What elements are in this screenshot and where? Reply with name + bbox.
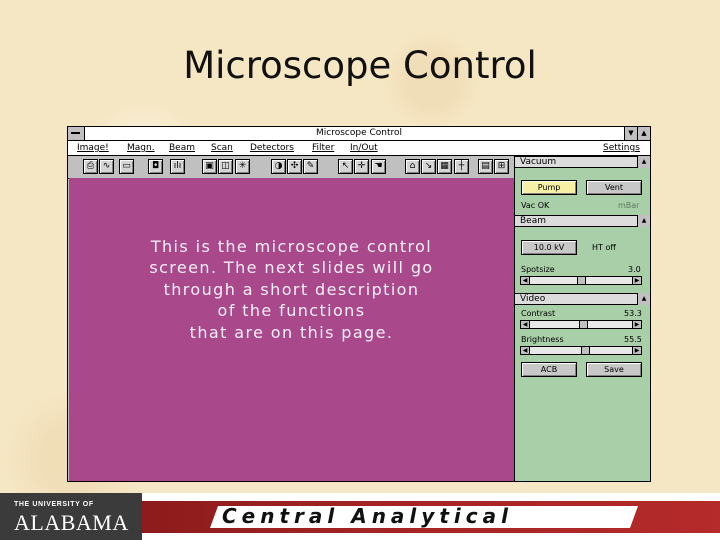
pump-button[interactable]: Pump (521, 180, 577, 195)
toolbar: ⎙ ∿ ▭ ◘ ılı ▣ ◫ ✳ ◑ ✣ ✎ ↖ ✛ ☚ ⌂ ↘ ▦ ┼ ▤ … (68, 156, 514, 179)
monitor-icon[interactable]: ▣ (202, 159, 217, 174)
message-line: This is the microscope control (150, 237, 433, 256)
waveform-icon[interactable]: ∿ (99, 159, 114, 174)
slider-thumb[interactable] (576, 277, 586, 284)
menu-bar: Image! Magn. Beam Scan Detectors Filter … (68, 141, 650, 156)
vent-button[interactable]: Vent (586, 180, 642, 195)
split-view-icon[interactable]: ◫ (218, 159, 233, 174)
menu-detectors[interactable]: Detectors (250, 143, 294, 153)
right-arrow-icon[interactable]: ▶ (632, 321, 641, 328)
menu-magn[interactable]: Magn. (127, 143, 155, 153)
spotsize-value: 3.0 (628, 265, 641, 274)
camera-icon[interactable]: ◘ (148, 159, 163, 174)
vacuum-status: Vac OK (521, 201, 550, 210)
vacuum-unit: mBar (618, 201, 640, 210)
message-line: through a short description (163, 279, 420, 299)
measure-icon[interactable]: ↘ (421, 159, 436, 174)
left-arrow-icon[interactable]: ◀ (521, 347, 530, 354)
microscope-control-window: Microscope Control ▼ ▲ Image! Magn. Beam… (67, 126, 651, 482)
left-arrow-icon[interactable]: ◀ (521, 277, 530, 284)
slider-thumb[interactable] (581, 347, 591, 354)
collapse-icon[interactable]: ▲ (637, 215, 650, 227)
left-arrow-icon[interactable]: ◀ (521, 321, 530, 328)
video-header-label: Video (520, 294, 546, 304)
university-name-big: ALABAMA (14, 510, 129, 535)
menu-in-out[interactable]: In/Out (350, 143, 378, 153)
crosshair-icon[interactable]: ✣ (287, 159, 302, 174)
save-button[interactable]: Save (586, 362, 642, 377)
right-arrow-icon[interactable]: ▶ (632, 277, 641, 284)
minimize-button[interactable]: ▼ (624, 127, 637, 140)
grid-icon[interactable]: ▦ (437, 159, 452, 174)
hand-icon[interactable]: ☚ (371, 159, 386, 174)
menu-settings[interactable]: Settings (603, 143, 640, 153)
contrast-value: 53.3 (624, 309, 642, 318)
pencil-icon[interactable]: ✎ (303, 159, 318, 174)
video-header[interactable]: Video ▲ (515, 293, 650, 305)
pointer-icon[interactable]: ↖ (338, 159, 353, 174)
menu-image[interactable]: Image! (77, 143, 109, 153)
ruler-icon[interactable]: ┼ (454, 159, 469, 174)
histogram-icon[interactable]: ılı (170, 159, 185, 174)
spotsize-slider[interactable]: ◀ ▶ (520, 276, 642, 285)
move-icon[interactable]: ✛ (354, 159, 369, 174)
maximize-icon: ▲ (641, 129, 647, 137)
menu-scan[interactable]: Scan (211, 143, 233, 153)
asterisk-icon[interactable]: ✳ (235, 159, 250, 174)
image-area-message: This is the microscope control screen. T… (69, 236, 514, 343)
brightness-value: 55.5 (624, 335, 642, 344)
maximize-button[interactable]: ▲ (637, 127, 650, 140)
image-display-area[interactable]: This is the microscope control screen. T… (69, 178, 514, 481)
department-name: Central Analytical (222, 504, 513, 528)
printer-icon[interactable]: ⎙ (83, 159, 98, 174)
contrast-slider[interactable]: ◀ ▶ (520, 320, 642, 329)
vacuum-header-label: Vacuum (520, 157, 557, 167)
spotsize-label: Spotsize (521, 265, 555, 274)
title-bar[interactable]: Microscope Control ▼ ▲ (68, 127, 650, 141)
university-logo: THE UNIVERSITY OF ALABAMA (0, 493, 142, 540)
minimize-icon: ▼ (628, 129, 634, 137)
slider-thumb[interactable] (579, 321, 589, 328)
window-title: Microscope Control (315, 128, 402, 138)
menu-beam[interactable]: Beam (169, 143, 195, 153)
control-panel: Vacuum ▲ Pump Vent Vac OK mBar Beam ▲ 10… (514, 156, 650, 481)
quad-view-icon[interactable]: ⊞ (494, 159, 509, 174)
message-line: screen. The next slides will go (149, 258, 434, 278)
slide-title: Microscope Control (183, 44, 537, 87)
collapse-icon[interactable]: ▲ (637, 293, 650, 305)
menu-filter[interactable]: Filter (312, 143, 334, 153)
brightness-label: Brightness (521, 335, 564, 344)
keyboard-icon[interactable]: ▭ (119, 159, 134, 174)
collapse-icon[interactable]: ▲ (637, 156, 650, 168)
message-line: that are on this page. (189, 322, 394, 342)
kv-button[interactable]: 10.0 kV (521, 240, 577, 255)
right-arrow-icon[interactable]: ▶ (632, 347, 641, 354)
beam-header-label: Beam (520, 216, 546, 226)
beam-header[interactable]: Beam ▲ (515, 215, 650, 227)
brightness-slider[interactable]: ◀ ▶ (520, 346, 642, 355)
page-icon[interactable]: ▤ (478, 159, 493, 174)
university-name-small: THE UNIVERSITY OF (14, 501, 94, 508)
message-line: of the functions (217, 301, 366, 321)
vacuum-header[interactable]: Vacuum ▲ (515, 156, 650, 168)
home-icon[interactable]: ⌂ (405, 159, 420, 174)
acb-button[interactable]: ACB (521, 362, 577, 377)
ht-status: HT off (592, 243, 616, 252)
contrast-label: Contrast (521, 309, 556, 318)
circle-icon[interactable]: ◑ (271, 159, 286, 174)
